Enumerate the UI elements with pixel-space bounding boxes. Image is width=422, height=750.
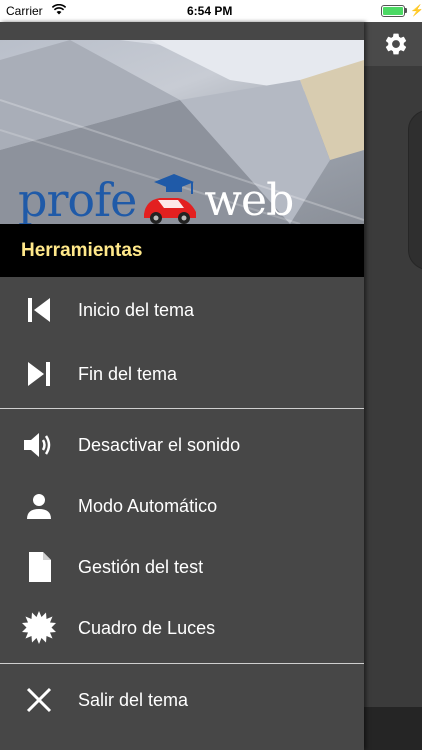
menu-item-label: Modo Automático [78, 495, 218, 516]
carrier-label: Carrier [6, 4, 43, 18]
battery-icon [381, 5, 405, 17]
menu-item-label: Desactivar el sonido [78, 434, 241, 455]
side-drawer: profe web Herramientas Inicio del tema F… [0, 22, 364, 750]
menu-item-label: Inicio del tema [78, 299, 195, 320]
header-banner: profe web [0, 40, 364, 224]
skip-previous-icon [21, 292, 57, 328]
burst-icon [21, 610, 57, 646]
status-bar: Carrier 6:54 PM ⚡ [0, 0, 422, 22]
main-card [408, 110, 422, 270]
logo-text-web: web [204, 174, 294, 225]
person-icon [21, 488, 57, 524]
menu-item-fin-del-tema[interactable]: Fin del tema [0, 343, 364, 405]
menu-item-label: Cuadro de Luces [78, 617, 216, 638]
skip-next-icon [21, 356, 57, 392]
battery-nub [405, 8, 407, 13]
menu-item-label: Fin del tema [78, 363, 178, 384]
profeweb-logo: profe web [18, 170, 294, 225]
menu-item-inicio-del-tema[interactable]: Inicio del tema [0, 279, 364, 341]
menu-item-label: Gestión del test [78, 556, 204, 577]
menu-item-cuadro-de-luces[interactable]: Cuadro de Luces [0, 597, 364, 659]
divider [0, 663, 364, 664]
section-title: Herramientas [21, 240, 143, 261]
screen: Carrier 6:54 PM ⚡ profe web Herramientas… [0, 0, 422, 750]
menu-item-salir-del-tema[interactable]: Salir del tema [0, 669, 364, 731]
logo-text-profe: profe [18, 173, 137, 224]
menu-item-modo-automatico[interactable]: Modo Automático [0, 475, 364, 537]
close-icon [21, 682, 57, 718]
wifi-icon [51, 3, 67, 18]
menu-item-gestion-del-test[interactable]: Gestión del test [0, 536, 364, 598]
volume-icon [21, 427, 57, 463]
document-icon [21, 549, 57, 585]
menu-item-desactivar-sonido[interactable]: Desactivar el sonido [0, 414, 364, 476]
main-bottom-bar [364, 707, 422, 750]
clock: 6:54 PM [187, 4, 233, 18]
car-mascot-icon [138, 172, 202, 224]
section-header: Herramientas [0, 224, 364, 277]
menu-item-label: Salir del tema [78, 689, 189, 710]
charging-icon: ⚡ [410, 5, 422, 17]
gear-icon[interactable] [382, 30, 410, 58]
divider [0, 408, 364, 409]
